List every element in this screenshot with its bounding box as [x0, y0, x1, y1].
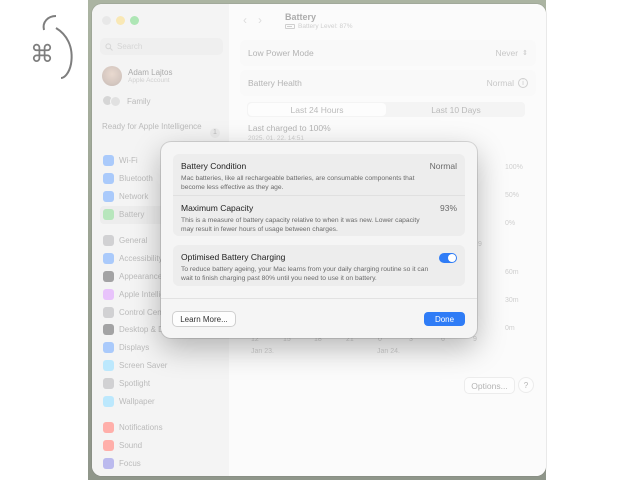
battery-condition-value: Normal: [429, 161, 457, 171]
battery-condition-title: Battery Condition: [181, 161, 247, 171]
battery-condition-row: Battery Condition Normal Mac batteries, …: [173, 154, 465, 195]
optimised-charging-card: Optimised Battery Charging To reduce bat…: [173, 245, 465, 286]
learn-more-button[interactable]: Learn More...: [173, 312, 235, 326]
divider: [161, 298, 477, 299]
done-button[interactable]: Done: [424, 312, 465, 326]
optimised-charging-row: Optimised Battery Charging To reduce bat…: [173, 245, 465, 289]
maximum-capacity-value: 93%: [439, 203, 457, 213]
maximum-capacity-description: This is a measure of battery capacity re…: [181, 217, 420, 233]
battery-health-dialog: Battery Condition Normal Mac batteries, …: [161, 142, 477, 338]
maximum-capacity-row: Maximum Capacity 93% This is a measure o…: [173, 195, 465, 236]
optimised-charging-toggle[interactable]: [439, 253, 457, 263]
health-info-card: Battery Condition Normal Mac batteries, …: [173, 154, 465, 236]
optimised-charging-title: Optimised Battery Charging: [181, 252, 286, 262]
maximum-capacity-title: Maximum Capacity: [181, 203, 254, 213]
optimised-charging-description: To reduce battery ageing, your Mac learn…: [181, 266, 429, 282]
battery-condition-description: Mac batteries, like all rechargeable bat…: [181, 175, 415, 191]
